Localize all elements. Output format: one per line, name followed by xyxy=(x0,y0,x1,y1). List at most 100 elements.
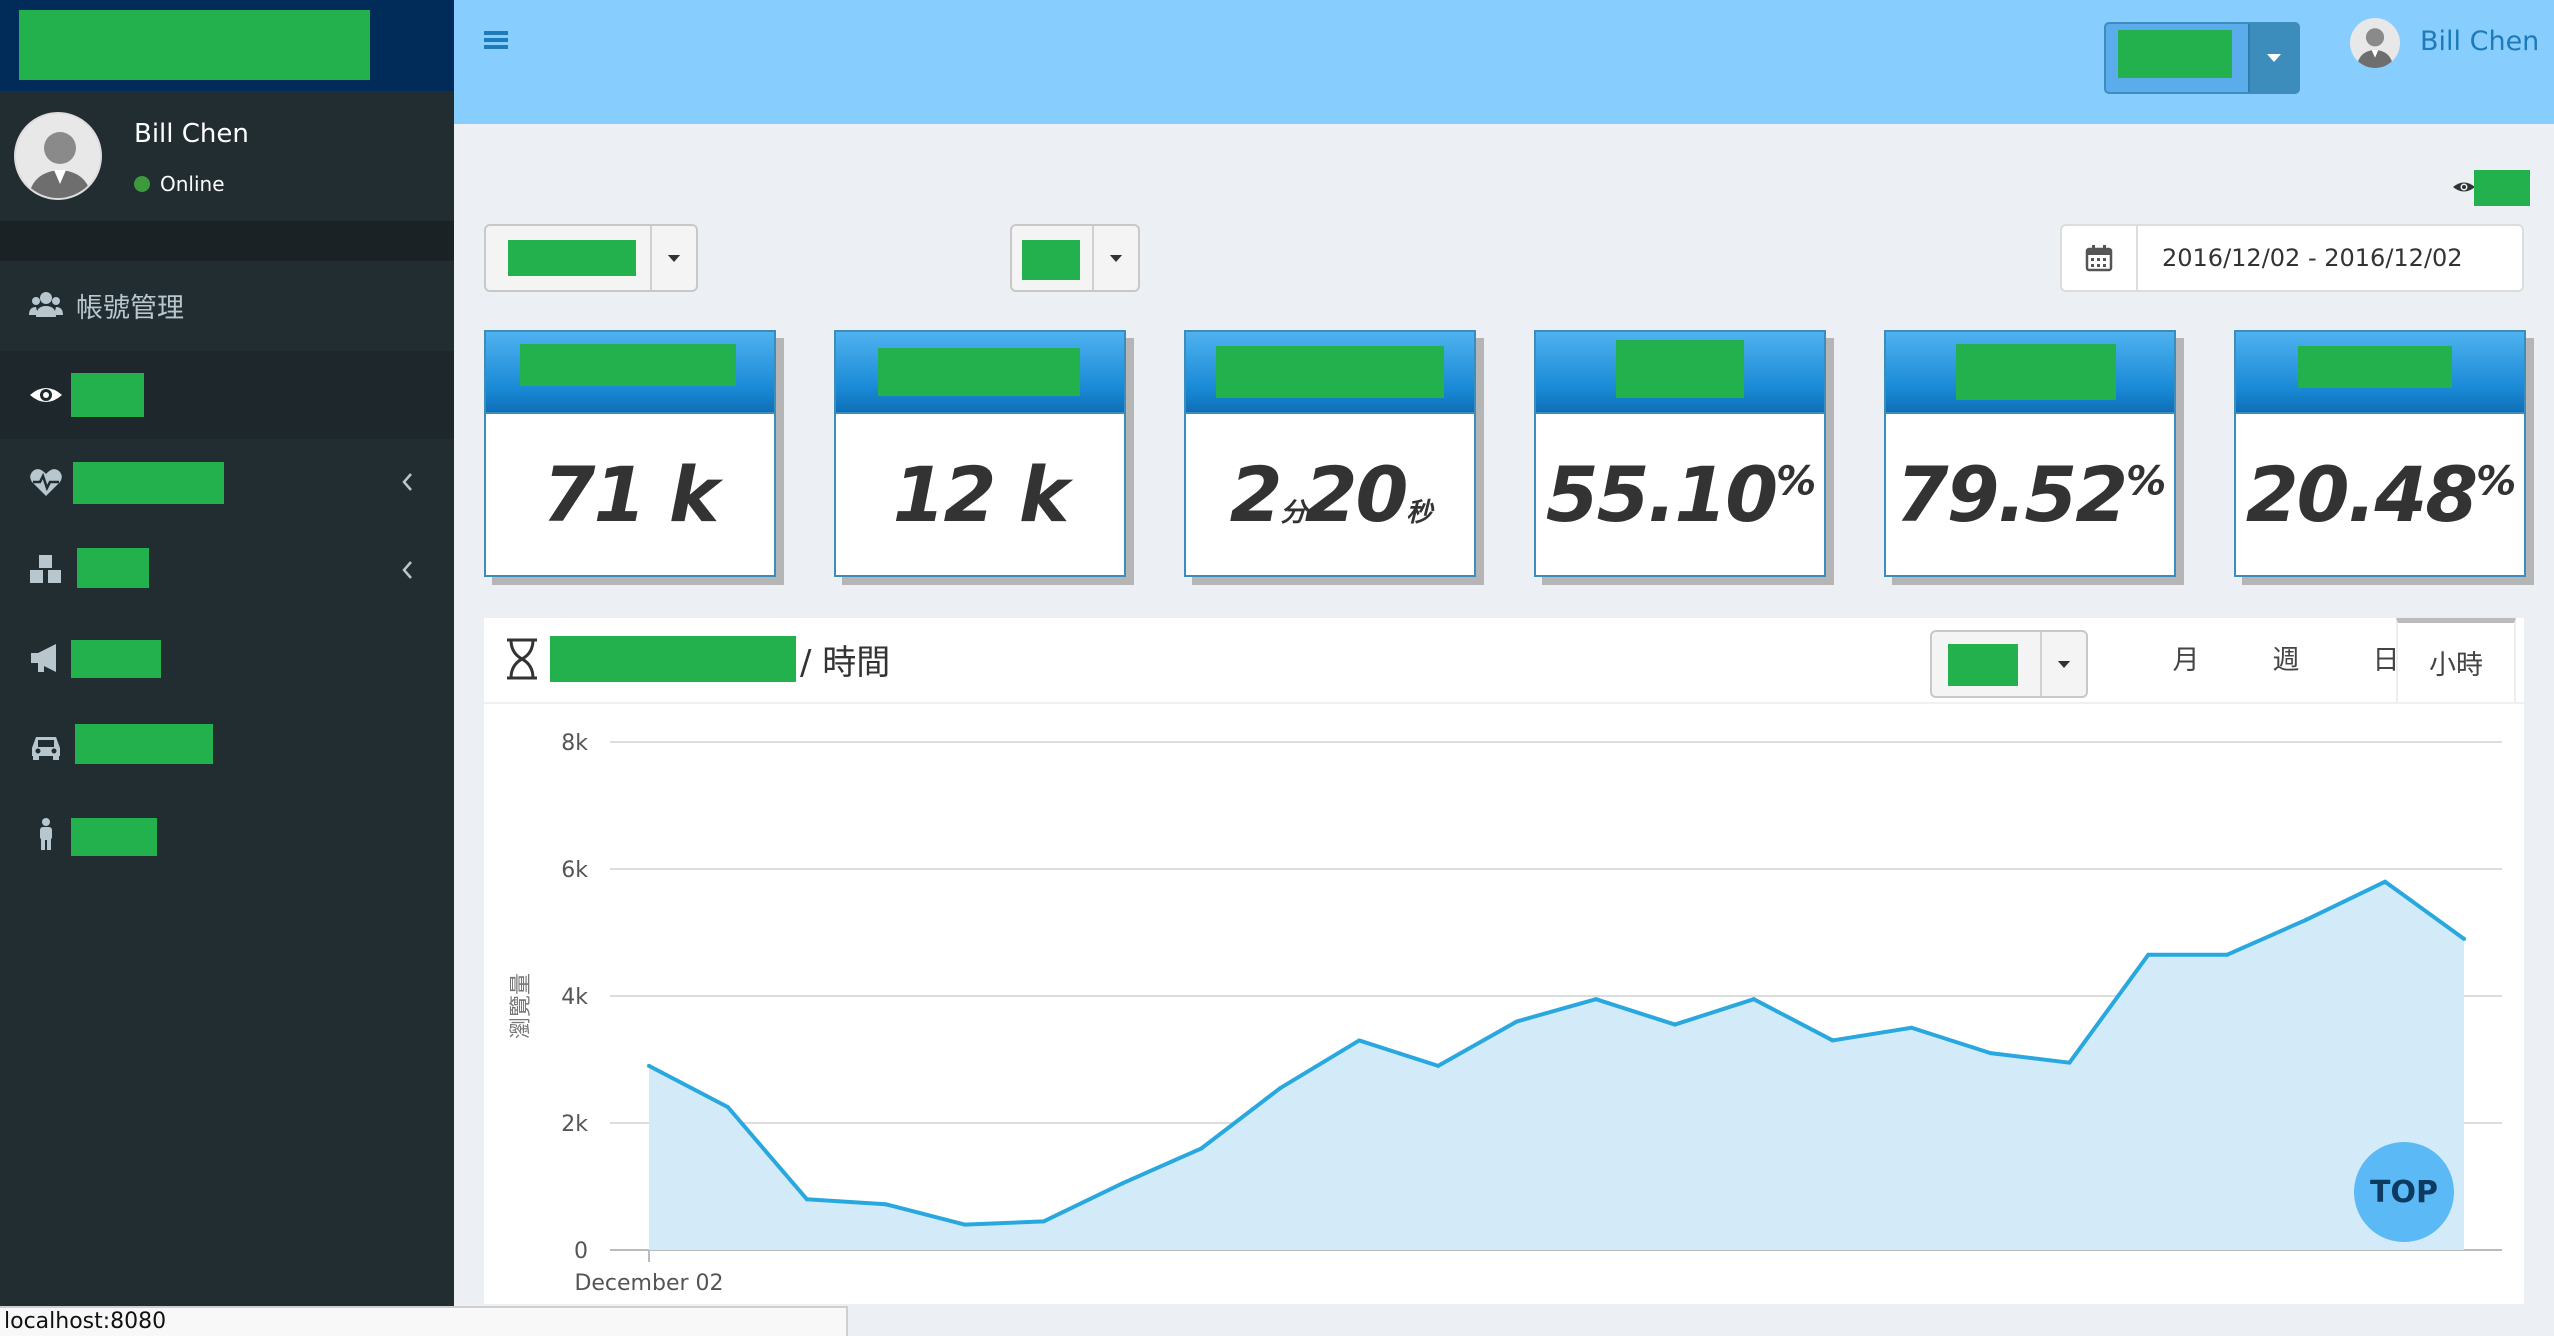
stat-card-header xyxy=(1886,332,2174,414)
select-value-redacted xyxy=(508,240,636,276)
toggle-label-redacted xyxy=(2474,170,2530,206)
data-point xyxy=(1515,1019,1520,1024)
sidebar-label-redacted xyxy=(77,548,149,588)
stat-card-header xyxy=(2236,332,2524,414)
select-value-redacted xyxy=(1948,644,2018,686)
sidebar-label-redacted xyxy=(75,724,213,764)
caret-down-icon xyxy=(650,226,696,290)
data-point xyxy=(2383,879,2388,884)
data-point xyxy=(1120,1181,1125,1186)
users-icon xyxy=(29,292,63,317)
data-point xyxy=(804,1197,809,1202)
status-bar-url: localhost:8080 xyxy=(0,1306,848,1336)
data-point xyxy=(1672,1022,1677,1027)
sidebar-item-person[interactable] xyxy=(0,790,454,878)
sidebar-item-campaign[interactable] xyxy=(0,614,454,702)
filter-select-2[interactable] xyxy=(1010,224,1140,292)
header-user-name[interactable]: Bill Chen xyxy=(2420,26,2539,57)
sidebar-divider xyxy=(0,221,454,261)
user-panel: Bill Chen Online xyxy=(0,91,454,221)
user-status: Online xyxy=(134,172,225,196)
sidebar-label-redacted xyxy=(71,640,161,678)
stat-value: 71 k xyxy=(542,450,720,539)
tab-month[interactable]: 月 xyxy=(2136,618,2236,702)
y-tick-label: 6k xyxy=(561,858,588,883)
chart-title-redacted xyxy=(550,636,796,682)
chart-title: / 時間 xyxy=(504,634,890,684)
data-point xyxy=(2067,1060,2072,1065)
filter-select-1[interactable] xyxy=(484,224,698,292)
stat-card-header xyxy=(1186,332,1474,414)
data-point xyxy=(647,1063,651,1068)
data-point xyxy=(1278,1086,1283,1091)
sidebar-label-redacted xyxy=(71,818,157,856)
stat-value: 55.10% xyxy=(1545,450,1816,539)
data-point xyxy=(725,1105,730,1110)
calendar-icon xyxy=(2062,226,2138,290)
date-range-value: 2016/12/02 - 2016/12/02 xyxy=(2162,244,2463,272)
sidebar-item-account[interactable]: 帳號管理 xyxy=(0,261,454,349)
stat-title-redacted xyxy=(2298,346,2452,388)
data-point xyxy=(1436,1063,1441,1068)
user-name: Bill Chen xyxy=(134,119,249,149)
stat-title-redacted xyxy=(1956,344,2116,400)
stat-card: 71 k xyxy=(484,330,776,577)
hamburger-menu-icon[interactable] xyxy=(484,29,508,51)
eye-icon xyxy=(30,388,62,402)
sidebar-label-redacted xyxy=(71,373,144,417)
data-point xyxy=(1988,1051,1993,1056)
chart-metric-select[interactable] xyxy=(1930,630,2088,698)
bullhorn-icon xyxy=(31,644,56,672)
sidebar-item-label: 帳號管理 xyxy=(76,292,184,324)
header-select-value-redacted xyxy=(2118,30,2232,78)
data-point xyxy=(1830,1038,1835,1043)
sidebar-label-redacted xyxy=(73,462,224,504)
logo-bar[interactable] xyxy=(0,0,454,91)
stat-title-redacted xyxy=(878,348,1080,396)
stat-title-redacted xyxy=(1216,346,1444,398)
car-icon xyxy=(32,737,60,760)
tab-hour[interactable]: 小時 xyxy=(2396,618,2516,702)
sidebar-item-cubes[interactable] xyxy=(0,526,454,614)
data-point xyxy=(2146,952,2151,957)
male-icon xyxy=(40,818,52,850)
status-text: Online xyxy=(160,172,225,196)
stat-card: 55.10% xyxy=(1534,330,1826,577)
stat-title-redacted xyxy=(520,344,736,386)
header-select[interactable] xyxy=(2104,22,2300,94)
y-axis-label: 瀏覽量 xyxy=(509,973,534,1039)
y-tick-label: 2k xyxy=(561,1112,588,1137)
stat-card-header xyxy=(836,332,1124,414)
chevron-left-icon xyxy=(402,561,412,579)
data-point xyxy=(1593,997,1598,1002)
avatar xyxy=(14,112,102,200)
stat-title-redacted xyxy=(1616,340,1744,398)
data-point xyxy=(2462,936,2466,941)
stat-card: 12 k xyxy=(834,330,1126,577)
header-avatar[interactable] xyxy=(2350,18,2400,68)
chart-panel: / 時間 月 週 日 小時 0 2k 4k 6k 8k December 02 瀏覽量 xyxy=(484,616,2524,1304)
y-tick-label: 4k xyxy=(561,985,588,1010)
tab-week[interactable]: 週 xyxy=(2236,618,2336,702)
eye-icon xyxy=(2453,182,2475,192)
data-point xyxy=(962,1222,967,1227)
date-range-picker[interactable]: 2016/12/02 - 2016/12/02 xyxy=(2060,224,2524,292)
cubes-icon xyxy=(30,555,61,583)
data-point xyxy=(1041,1219,1046,1224)
stat-value: 20.48% xyxy=(2245,450,2516,539)
data-point xyxy=(883,1202,888,1207)
visibility-toggle[interactable] xyxy=(2452,170,2532,206)
logo-redacted xyxy=(19,10,370,80)
top-header: Bill Chen xyxy=(454,0,2554,124)
data-point xyxy=(1357,1038,1362,1043)
sidebar-item-health[interactable] xyxy=(0,438,454,526)
sidebar-item-car[interactable] xyxy=(0,702,454,790)
sidebar-item-views[interactable] xyxy=(0,351,454,439)
data-point xyxy=(1199,1146,1204,1151)
back-to-top-button[interactable]: TOP xyxy=(2354,1142,2454,1242)
y-tick-label: 8k xyxy=(561,731,588,756)
data-point xyxy=(1909,1025,1914,1030)
stat-card: 20.48% xyxy=(2234,330,2526,577)
chevron-left-icon xyxy=(402,473,412,491)
caret-down-icon xyxy=(2248,24,2298,92)
